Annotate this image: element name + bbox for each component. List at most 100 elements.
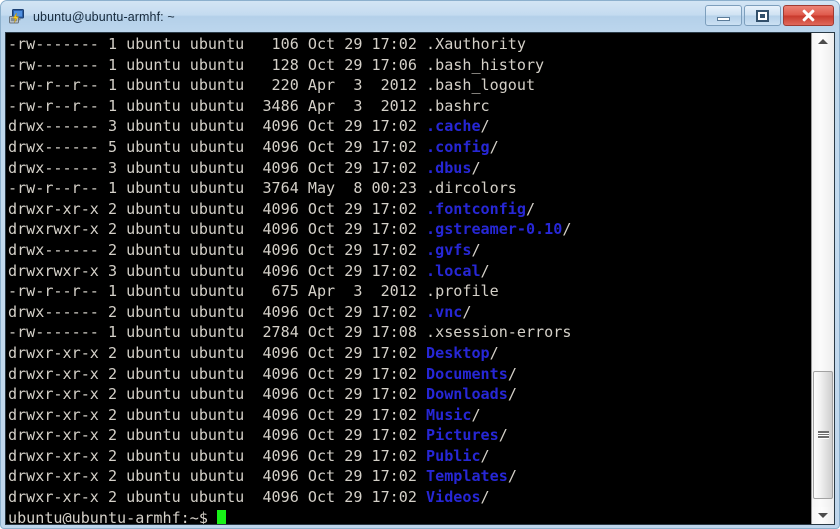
- row-filename: .bashrc: [426, 96, 490, 115]
- row-metadata: drwxrwxr-x 2 ubuntu ubuntu 4096 Oct 29 1…: [8, 220, 427, 239]
- row-metadata: -rw-r--r-- 1 ubuntu ubuntu 675 Apr 3 201…: [8, 282, 427, 301]
- maximize-button[interactable]: [744, 5, 781, 26]
- terminal-row: -rw------- 1 ubuntu ubuntu 128 Oct 29 17…: [8, 55, 571, 76]
- row-filename: .gstreamer-0.10: [426, 220, 563, 239]
- terminal-output: -rw------- 1 ubuntu ubuntu 106 Oct 29 17…: [8, 34, 571, 524]
- row-metadata: drwx------ 3 ubuntu ubuntu 4096 Oct 29 1…: [8, 117, 427, 136]
- terminal-row: -rw------- 1 ubuntu ubuntu 106 Oct 29 17…: [8, 34, 571, 55]
- window-title: ubuntu@ubuntu-armhf: ~: [33, 9, 175, 24]
- dir-slash: /: [480, 117, 490, 136]
- text-cursor: [217, 509, 227, 524]
- row-filename: .bash_logout: [426, 76, 536, 95]
- dir-slash: /: [498, 426, 508, 445]
- terminal-window: ubuntu@ubuntu-armhf: ~ -rw------- 1 ubun…: [0, 0, 840, 529]
- row-filename: Pictures: [426, 426, 499, 445]
- row-metadata: -rw------- 1 ubuntu ubuntu 2784 Oct 29 1…: [8, 323, 427, 342]
- row-metadata: drwx------ 3 ubuntu ubuntu 4096 Oct 29 1…: [8, 158, 427, 177]
- row-metadata: drwxr-xr-x 2 ubuntu ubuntu 4096 Oct 29 1…: [8, 405, 427, 424]
- terminal-row: drwx------ 5 ubuntu ubuntu 4096 Oct 29 1…: [8, 137, 571, 158]
- dir-slash: /: [480, 446, 490, 465]
- shell-prompt: ubuntu@ubuntu-armhf:~$: [8, 508, 218, 524]
- maximize-icon: [756, 9, 769, 22]
- terminal-row: drwx------ 3 ubuntu ubuntu 4096 Oct 29 1…: [8, 116, 571, 137]
- triangle-up-icon: [818, 39, 828, 44]
- dir-slash: /: [507, 467, 517, 486]
- terminal-row: drwxr-xr-x 2 ubuntu ubuntu 4096 Oct 29 1…: [8, 343, 571, 364]
- row-metadata: -rw-r--r-- 1 ubuntu ubuntu 3486 Apr 3 20…: [8, 96, 427, 115]
- dir-slash: /: [525, 199, 536, 218]
- row-metadata: drwxr-xr-x 2 ubuntu ubuntu 4096 Oct 29 1…: [8, 364, 427, 383]
- dir-slash: /: [471, 240, 481, 259]
- terminal-prompt-line[interactable]: ubuntu@ubuntu-armhf:~$: [8, 508, 571, 524]
- scroll-down-arrow[interactable]: [812, 507, 834, 524]
- row-metadata: drwx------ 2 ubuntu ubuntu 4096 Oct 29 1…: [8, 302, 427, 321]
- row-filename: .fontconfig: [426, 199, 526, 218]
- row-filename: .profile: [426, 282, 499, 301]
- terminal-row: drwxr-xr-x 2 ubuntu ubuntu 4096 Oct 29 1…: [8, 384, 571, 405]
- row-filename: .local: [426, 261, 481, 280]
- dir-slash: /: [480, 261, 490, 280]
- row-filename: .dircolors: [426, 179, 517, 198]
- dir-slash: /: [562, 220, 572, 239]
- minimize-button[interactable]: [705, 5, 742, 26]
- terminal-row: drwx------ 2 ubuntu ubuntu 4096 Oct 29 1…: [8, 240, 571, 261]
- terminal-scrollbar[interactable]: [811, 33, 834, 524]
- row-filename: Templates: [426, 467, 508, 486]
- scrollbar-thumb[interactable]: [813, 371, 833, 499]
- close-button[interactable]: [783, 5, 834, 26]
- dir-slash: /: [480, 488, 490, 507]
- terminal-row: drwx------ 3 ubuntu ubuntu 4096 Oct 29 1…: [8, 158, 571, 179]
- row-metadata: drwxrwxr-x 3 ubuntu ubuntu 4096 Oct 29 1…: [8, 261, 427, 280]
- dir-slash: /: [489, 137, 499, 156]
- terminal-row: -rw-r--r-- 1 ubuntu ubuntu 220 Apr 3 201…: [8, 75, 571, 96]
- row-filename: Public: [426, 446, 481, 465]
- terminal-row: drwxr-xr-x 2 ubuntu ubuntu 4096 Oct 29 1…: [8, 425, 571, 446]
- terminal-row: drwxr-xr-x 2 ubuntu ubuntu 4096 Oct 29 1…: [8, 405, 571, 426]
- row-metadata: -rw-r--r-- 1 ubuntu ubuntu 220 Apr 3 201…: [8, 76, 427, 95]
- terminal-row: -rw------- 1 ubuntu ubuntu 2784 Oct 29 1…: [8, 322, 571, 343]
- close-icon: [801, 8, 816, 23]
- terminal-row: drwxr-xr-x 2 ubuntu ubuntu 4096 Oct 29 1…: [8, 487, 571, 508]
- dir-slash: /: [507, 385, 517, 404]
- terminal-row: -rw-r--r-- 1 ubuntu ubuntu 675 Apr 3 201…: [8, 281, 571, 302]
- row-filename: .xsession-errors: [426, 323, 572, 342]
- row-metadata: -rw------- 1 ubuntu ubuntu 128 Oct 29 17…: [8, 55, 427, 74]
- terminal-body: -rw------- 1 ubuntu ubuntu 106 Oct 29 17…: [5, 32, 835, 525]
- row-filename: .config: [426, 137, 490, 156]
- terminal-row: drwxr-xr-x 2 ubuntu ubuntu 4096 Oct 29 1…: [8, 446, 571, 467]
- row-metadata: drwxr-xr-x 2 ubuntu ubuntu 4096 Oct 29 1…: [8, 385, 427, 404]
- minimize-icon: [717, 16, 730, 21]
- row-metadata: -rw------- 1 ubuntu ubuntu 106 Oct 29 17…: [8, 35, 427, 53]
- terminal-row: -rw-r--r-- 1 ubuntu ubuntu 3486 Apr 3 20…: [8, 96, 571, 117]
- terminal-row: drwxr-xr-x 2 ubuntu ubuntu 4096 Oct 29 1…: [8, 466, 571, 487]
- scroll-up-arrow[interactable]: [812, 33, 834, 50]
- row-filename: .vnc: [426, 302, 463, 321]
- window-titlebar[interactable]: ubuntu@ubuntu-armhf: ~: [1, 1, 839, 32]
- dir-slash: /: [471, 158, 481, 177]
- row-filename: Music: [426, 405, 472, 424]
- dir-slash: /: [489, 343, 499, 362]
- terminal-row: drwxr-xr-x 2 ubuntu ubuntu 4096 Oct 29 1…: [8, 364, 571, 385]
- grip-icon: [817, 431, 829, 440]
- dir-slash: /: [462, 302, 472, 321]
- row-metadata: drwxr-xr-x 2 ubuntu ubuntu 4096 Oct 29 1…: [8, 199, 427, 218]
- titlebar-left-group: ubuntu@ubuntu-armhf: ~: [8, 1, 175, 32]
- row-metadata: drwxr-xr-x 2 ubuntu ubuntu 4096 Oct 29 1…: [8, 446, 427, 465]
- terminal-screen[interactable]: -rw------- 1 ubuntu ubuntu 106 Oct 29 17…: [6, 33, 811, 524]
- row-filename: Desktop: [426, 343, 490, 362]
- remote-desktop-icon: [8, 7, 27, 26]
- row-filename: Downloads: [426, 385, 508, 404]
- row-filename: .Xauthority: [426, 35, 526, 53]
- terminal-row: drwx------ 2 ubuntu ubuntu 4096 Oct 29 1…: [8, 302, 571, 323]
- terminal-row: -rw-r--r-- 1 ubuntu ubuntu 3764 May 8 00…: [8, 178, 571, 199]
- triangle-down-icon: [818, 513, 828, 518]
- row-filename: .gvfs: [426, 240, 472, 259]
- row-filename: .cache: [426, 117, 481, 136]
- dir-slash: /: [471, 405, 481, 424]
- terminal-row: drwxrwxr-x 2 ubuntu ubuntu 4096 Oct 29 1…: [8, 219, 571, 240]
- row-filename: .bash_history: [426, 55, 545, 74]
- dir-slash: /: [507, 364, 517, 383]
- row-filename: Documents: [426, 364, 508, 383]
- row-metadata: drwxr-xr-x 2 ubuntu ubuntu 4096 Oct 29 1…: [8, 467, 427, 486]
- window-controls: [705, 5, 834, 26]
